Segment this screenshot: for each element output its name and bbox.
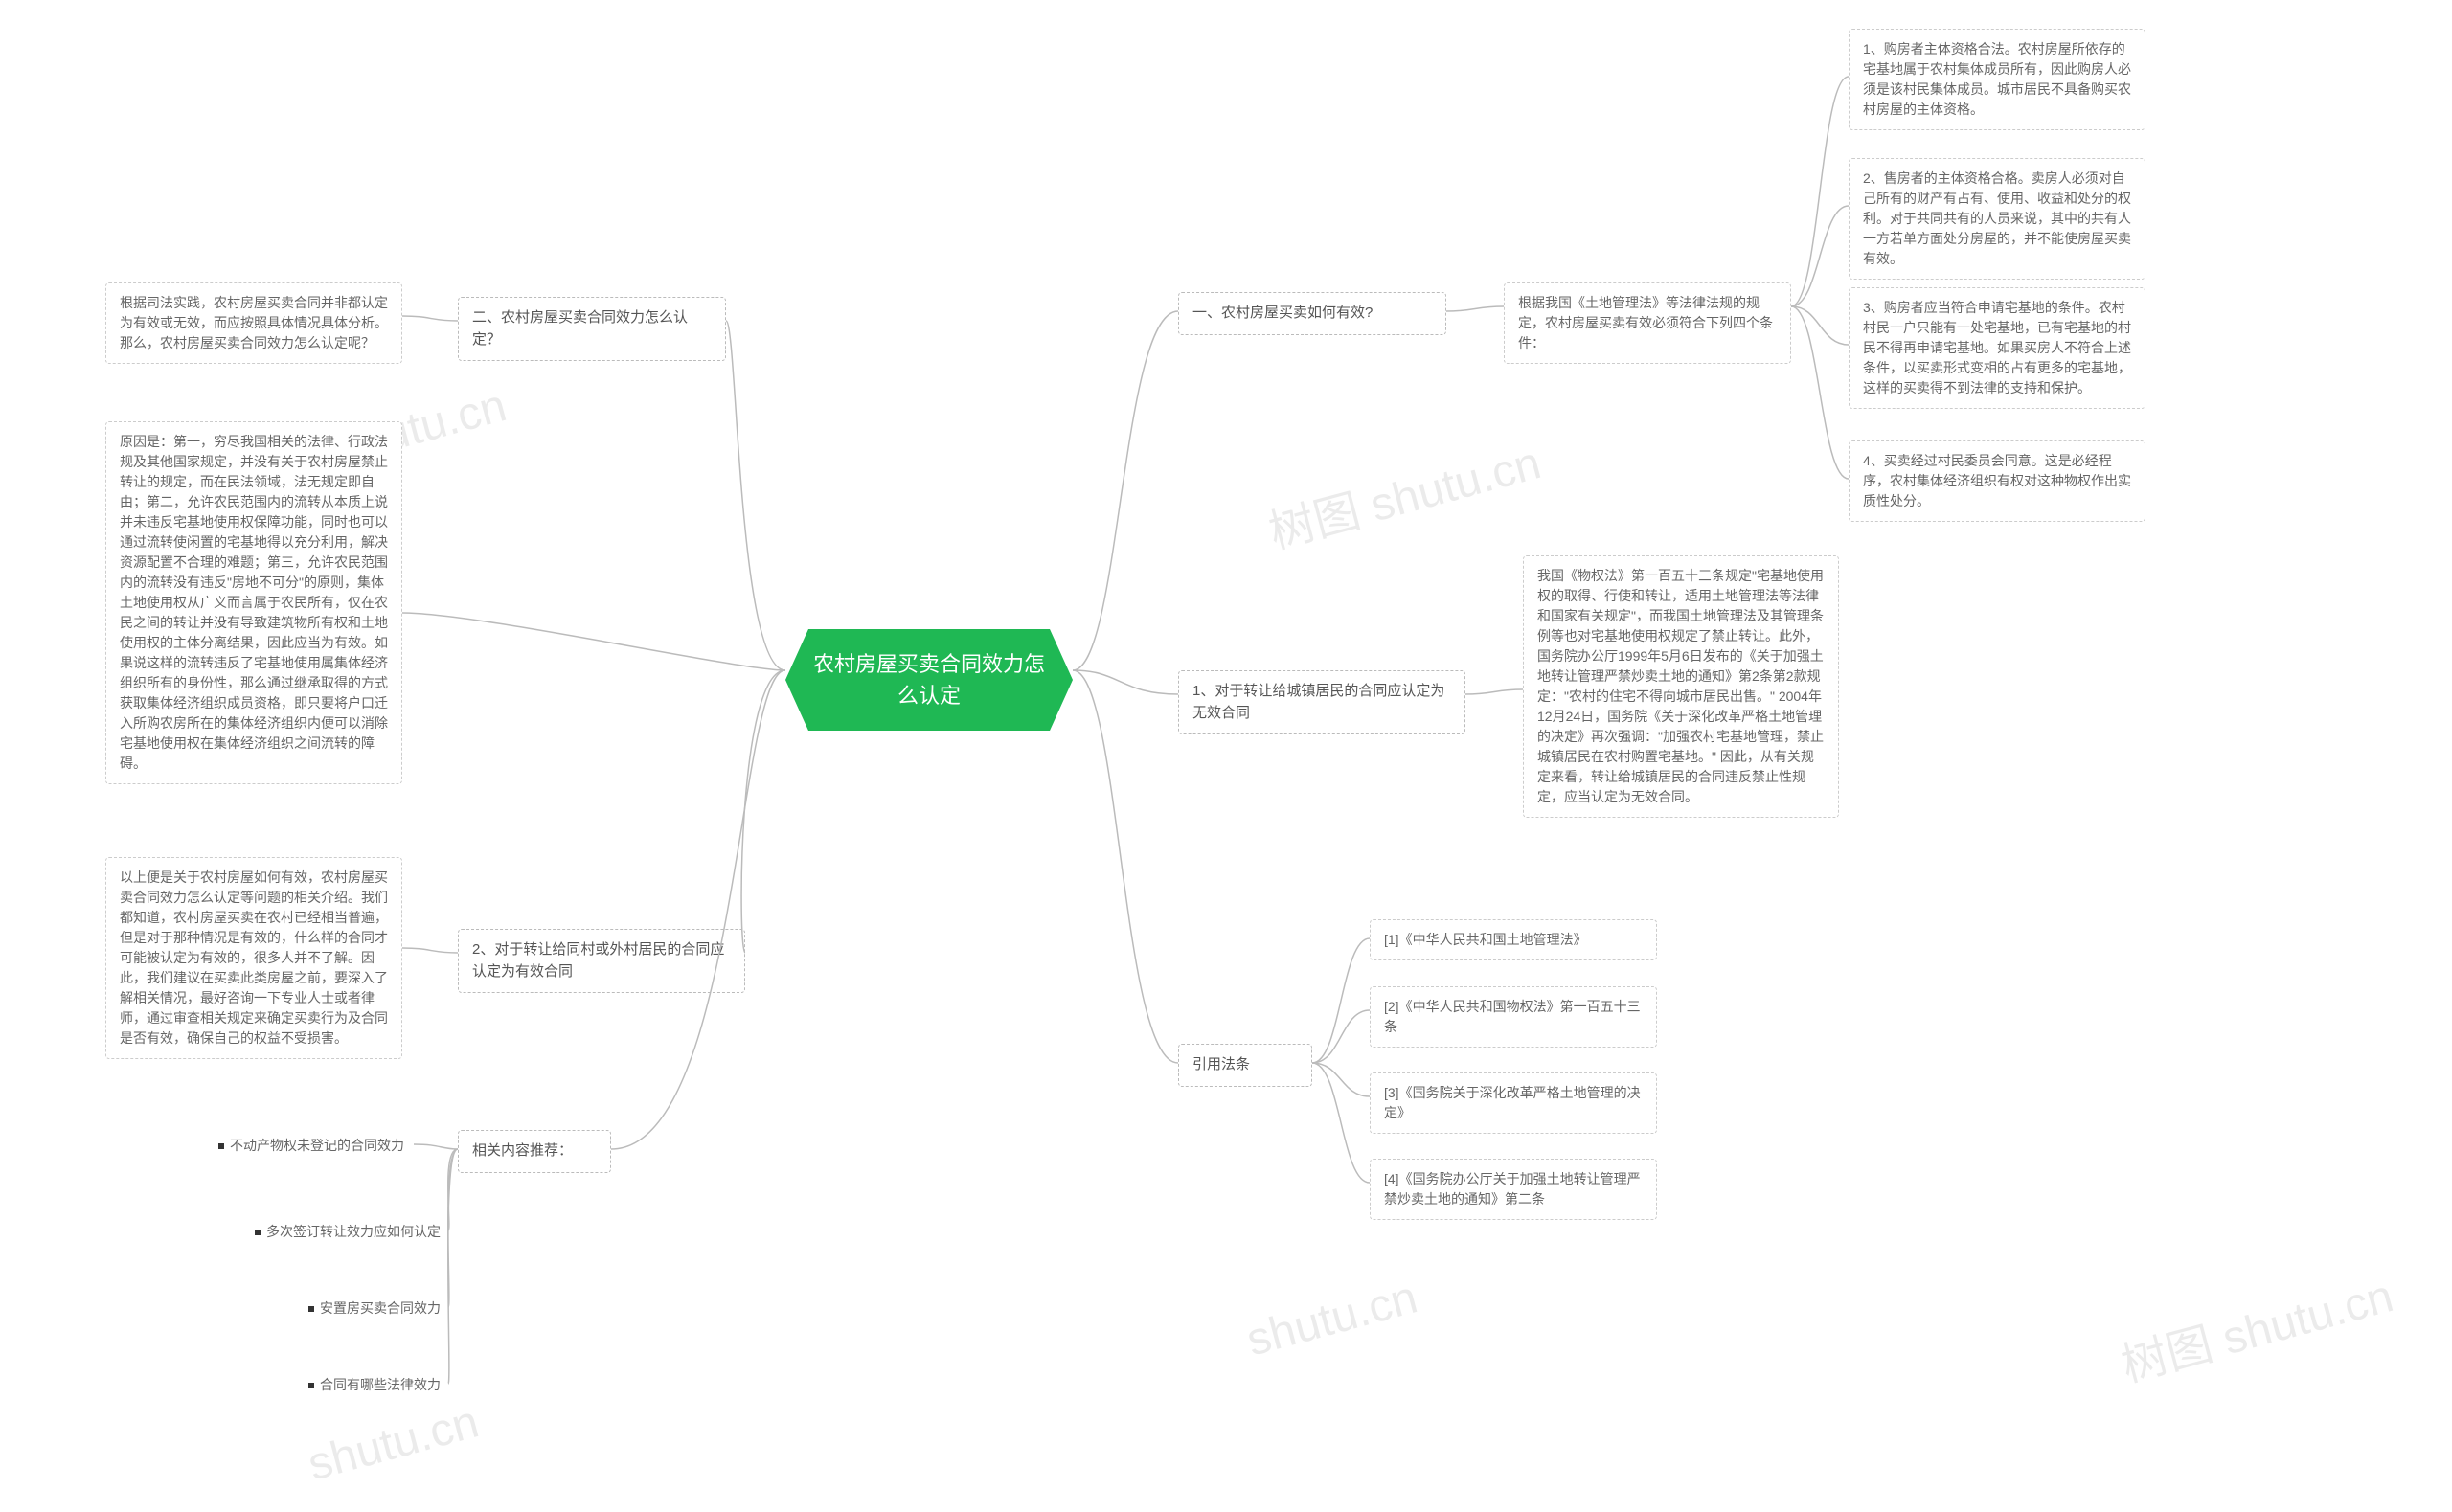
watermark: shutu.cn [303,1395,485,1491]
leaf-howto-intro: 根据司法实践，农村房屋买卖合同并非都认定为有效或无效，而应按照具体情况具体分析。… [105,282,402,364]
leaf-citation-1: [1]《中华人民共和国土地管理法》 [1370,919,1657,960]
leaf-related-3: 安置房买卖合同效力 [276,1293,448,1324]
leaf-valid-cond-4: 4、买卖经过村民委员会同意。这是必经程序，农村集体经济组织有权对这种物权作出实质… [1849,440,2146,522]
leaf-valid-cond-3: 3、购房者应当符合申请宅基地的条件。农村村民一户只能有一处宅基地，已有宅基地的村… [1849,287,2146,409]
watermark: shutu.cn [1241,1271,1423,1366]
leaf-valid-cond-1: 1、购房者主体资格合法。农村房屋所依存的宅基地属于农村集体成员所有，因此购房人必… [1849,29,2146,130]
leaf-related-2: 多次签订转让效力应如何认定 [209,1216,448,1248]
leaf-related-2-text: 多次签订转让效力应如何认定 [266,1224,441,1239]
leaf-citation-2: [2]《中华人民共和国物权法》第一百五十三条 [1370,986,1657,1048]
branch-rural-valid: 一、农村房屋买卖如何有效? [1178,292,1446,335]
leaf-reasons-block: 原因是：第一，穷尽我国相关的法律、行政法规及其他国家规定，并没有关于农村房屋禁止… [105,421,402,784]
watermark: 树图 shutu.cn [2113,1258,2399,1395]
leaf-related-3-text: 安置房买卖合同效力 [320,1300,441,1316]
watermark: 树图 shutu.cn [1260,425,1547,562]
leaf-urban-invalid-detail: 我国《物权法》第一百五十三条规定"宅基地使用权的取得、行使和转让，适用土地管理法… [1523,555,1839,818]
leaf-related-1: 不动产物权未登记的合同效力 [172,1130,412,1162]
branch-rural-valid-mid: 根据我国《土地管理法》等法律法规的规定，农村房屋买卖有效必须符合下列四个条件： [1504,282,1791,364]
branch-howto-recognize: 二、农村房屋买卖合同效力怎么认定？ [458,297,726,361]
root-node: 农村房屋买卖合同效力怎么认定 [785,629,1073,731]
branch-urban-invalid: 1、对于转让给城镇居民的合同应认定为无效合同 [1178,670,1465,734]
leaf-citation-3: [3]《国务院关于深化改革严格土地管理的决定》 [1370,1072,1657,1134]
branch-citations: 引用法条 [1178,1044,1312,1087]
leaf-related-4-text: 合同有哪些法律效力 [320,1377,441,1392]
leaf-citation-4: [4]《国务院办公厅关于加强土地转让管理严禁炒卖土地的通知》第二条 [1370,1159,1657,1220]
branch-same-village-valid: 2、对于转让给同村或外村居民的合同应认定为有效合同 [458,929,745,993]
leaf-valid-cond-2: 2、售房者的主体资格合格。卖房人必须对自己所有的财产有占有、使用、收益和处分的权… [1849,158,2146,280]
leaf-related-4: 合同有哪些法律效力 [276,1369,448,1401]
branch-related-content: 相关内容推荐： [458,1130,611,1173]
leaf-same-village-detail: 以上便是关于农村房屋如何有效，农村房屋买卖合同效力怎么认定等问题的相关介绍。我们… [105,857,402,1059]
leaf-related-1-text: 不动产物权未登记的合同效力 [230,1138,404,1153]
